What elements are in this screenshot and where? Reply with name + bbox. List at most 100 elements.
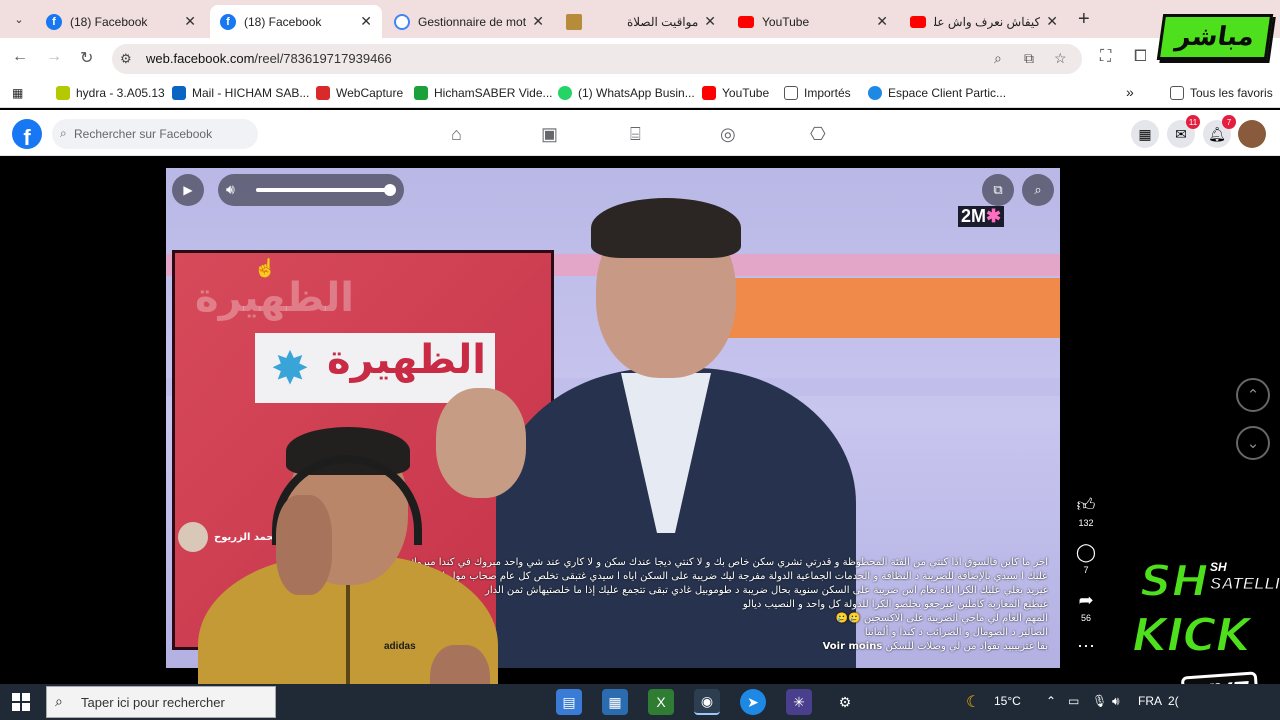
- taskbar-search-placeholder: Taper ici pour rechercher: [81, 695, 225, 710]
- miniplayer-button[interactable]: ⧉: [982, 174, 1014, 206]
- next-reel-button[interactable]: ⌄: [1236, 426, 1270, 460]
- messenger-button[interactable]: ✉ 11: [1167, 115, 1200, 148]
- share-button[interactable]: ➦ 56: [1072, 590, 1100, 623]
- close-icon[interactable]: ✕: [360, 13, 372, 30]
- streamer-webcam: adidas: [168, 415, 540, 720]
- tab-search-button[interactable]: ⌄: [8, 8, 30, 30]
- calculator-icon[interactable]: ▦: [602, 689, 628, 715]
- hand-cursor-icon: ☝: [254, 258, 277, 278]
- network-tool-icon[interactable]: ✳: [786, 689, 812, 715]
- marketplace-icon[interactable]: ⌸: [630, 124, 641, 145]
- site-info-icon[interactable]: ⚙: [120, 51, 132, 67]
- more-dots-icon: ⋯: [1077, 636, 1095, 656]
- home-icon[interactable]: ⌂: [451, 124, 462, 145]
- url-host: web.facebook.com: [146, 51, 255, 66]
- share-count: 56: [1080, 613, 1091, 623]
- facebook-search[interactable]: ⌕ Rechercher sur Facebook: [52, 119, 258, 149]
- see-less-link[interactable]: Voir moins: [823, 641, 883, 652]
- thumbs-up-icon: 👍︎: [1076, 495, 1096, 515]
- tab-youtube-video[interactable]: كيفاش نعرف واش علة ✕: [900, 5, 1068, 38]
- reload-icon[interactable]: ↻: [80, 48, 93, 68]
- tab-password-manager[interactable]: Gestionnaire de mots ✕: [384, 5, 554, 38]
- tab-prayer-times[interactable]: مواقيت الصلاة ✕: [556, 5, 726, 38]
- bookmark-star-icon[interactable]: ☆: [1054, 50, 1067, 67]
- zoom-button[interactable]: ⌕: [1022, 174, 1054, 206]
- forward-icon[interactable]: →: [46, 48, 62, 66]
- tab-title: (18) Facebook: [70, 14, 148, 29]
- volume-slider[interactable]: [256, 184, 396, 196]
- windows-start-icon[interactable]: [12, 693, 30, 711]
- bookmark-label: YouTube: [722, 86, 770, 100]
- groups-icon[interactable]: ◎: [720, 124, 736, 145]
- star-logo-icon: ✸: [270, 342, 310, 394]
- tab-facebook-2[interactable]: f (18) Facebook ✕: [210, 5, 382, 38]
- volume-control[interactable]: 🔊︎: [218, 174, 404, 206]
- weather-moon-icon: ☾: [966, 694, 981, 711]
- notifications-button[interactable]: 🔔︎ 7: [1203, 115, 1236, 148]
- bookmark-hichamsaber[interactable]: HichamSABER Vide...: [414, 86, 553, 100]
- play-button[interactable]: ▶: [172, 174, 204, 206]
- taskbar-search[interactable]: ⌕ Taper ici pour rechercher: [46, 686, 276, 718]
- comment-button[interactable]: ◯ 7: [1072, 542, 1100, 575]
- clock[interactable]: 2(: [1168, 694, 1179, 708]
- chrome-icon[interactable]: ◉: [694, 689, 720, 715]
- previous-reel-button[interactable]: ⌃: [1236, 378, 1270, 412]
- zoom-icon[interactable]: ⌕: [994, 50, 1002, 67]
- new-tab-button[interactable]: +: [1078, 8, 1090, 31]
- address-bar[interactable]: ⚙ web.facebook.com/reel/783619717939466 …: [112, 44, 1082, 74]
- telegram-icon[interactable]: ➤: [740, 689, 766, 715]
- bookmark-hydra[interactable]: hydra - 3.A05.13: [56, 86, 165, 100]
- bookmark-whatsapp[interactable]: (1) WhatsApp Busin...: [558, 86, 695, 100]
- url-text[interactable]: web.facebook.com/reel/783619717939466: [146, 51, 392, 66]
- bookmark-imported-folder[interactable]: Importés: [784, 86, 851, 100]
- messenger-icon: ✉: [1175, 125, 1187, 142]
- network-icon[interactable]: ▭: [1068, 694, 1079, 708]
- tab-title: YouTube: [762, 14, 810, 29]
- show-title: الظهيرة: [327, 337, 486, 383]
- avatar[interactable]: [1238, 120, 1266, 148]
- menu-grid-icon[interactable]: ▦: [1131, 120, 1159, 148]
- excel-icon[interactable]: X: [648, 689, 674, 715]
- microphone-icon[interactable]: 🎙︎: [1092, 694, 1107, 708]
- back-icon[interactable]: ←: [12, 48, 28, 66]
- bookmark-webcapture[interactable]: WebCapture: [316, 86, 403, 100]
- install-app-icon[interactable]: ⧉: [1024, 50, 1034, 67]
- close-icon[interactable]: ✕: [876, 13, 888, 30]
- like-button[interactable]: 👍︎ 132: [1072, 494, 1100, 528]
- volume-knob[interactable]: [384, 184, 396, 196]
- apps-icon[interactable]: ▦: [12, 86, 23, 100]
- video-icon[interactable]: ▣: [541, 124, 558, 145]
- close-icon[interactable]: ✕: [704, 13, 716, 30]
- extension-icon[interactable]: ⛶: [1100, 48, 1111, 66]
- settings-icon[interactable]: ⚙: [832, 689, 858, 715]
- gaming-icon[interactable]: ⎔: [810, 124, 826, 145]
- bookmark-mail[interactable]: Mail - HICHAM SAB...: [172, 86, 309, 100]
- close-icon[interactable]: ✕: [1046, 13, 1058, 30]
- weather-temperature[interactable]: 15°C: [994, 694, 1021, 708]
- file-explorer-icon[interactable]: ▤: [556, 689, 582, 715]
- sh-small-text: SH: [1210, 560, 1227, 574]
- speaker-icon[interactable]: 🔊︎: [226, 181, 235, 198]
- bookmark-espace-client[interactable]: Espace Client Partic...: [868, 86, 1006, 100]
- bookmark-label: HichamSABER Vide...: [434, 86, 553, 100]
- messenger-badge: 11: [1186, 115, 1200, 129]
- bookmarks-bar: ▦ hydra - 3.A05.13 Mail - HICHAM SAB... …: [0, 80, 1280, 108]
- facebook-logo[interactable]: f: [12, 119, 42, 149]
- search-icon: ⌕: [60, 126, 67, 140]
- magnifier-icon: ⌕: [1034, 182, 1042, 197]
- tab-facebook-1[interactable]: f (18) Facebook ✕: [36, 5, 206, 38]
- tab-youtube[interactable]: YouTube ✕: [728, 5, 898, 38]
- channel-logo-text: 2M: [961, 206, 987, 226]
- puzzle-icon[interactable]: ⧠: [1134, 48, 1147, 66]
- bookmark-label: Mail - HICHAM SAB...: [192, 86, 310, 100]
- volume-tray-icon[interactable]: 🔊︎: [1112, 694, 1120, 709]
- close-icon[interactable]: ✕: [184, 13, 196, 30]
- bookmark-youtube[interactable]: YouTube: [702, 86, 769, 100]
- tray-chevron-up-icon[interactable]: ⌃: [1046, 694, 1056, 708]
- all-favorites[interactable]: Tous les favoris: [1170, 86, 1273, 100]
- bookmarks-overflow-button[interactable]: »: [1126, 84, 1134, 100]
- close-icon[interactable]: ✕: [532, 13, 544, 30]
- like-count: 132: [1078, 518, 1094, 528]
- more-options-button[interactable]: ⋯: [1072, 636, 1100, 657]
- language-indicator[interactable]: FRA: [1138, 694, 1162, 708]
